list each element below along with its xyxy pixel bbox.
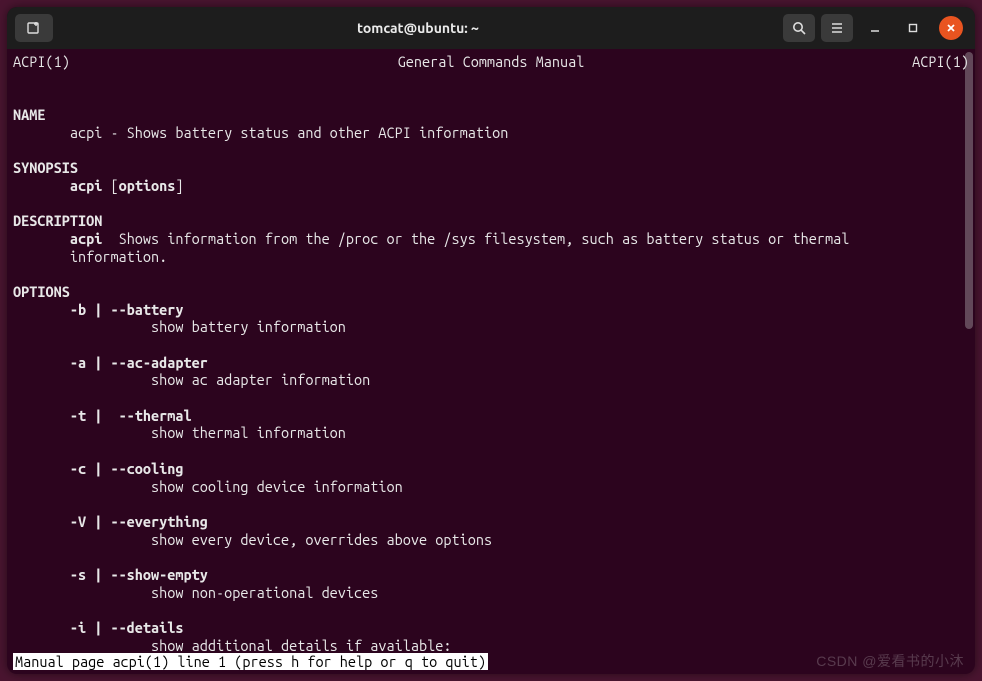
terminal-body[interactable]: ACPI(1) General Commands Manual ACPI(1) NA… xyxy=(7,49,975,674)
menu-button[interactable] xyxy=(821,14,853,42)
section-name: NAME xyxy=(13,106,45,123)
scrollbar-thumb[interactable] xyxy=(965,52,973,329)
option-desc: show additional details if available: xyxy=(151,637,451,654)
new-tab-button[interactable] xyxy=(15,14,53,42)
option-flag: -V | --everything xyxy=(70,513,208,530)
option-flag: -c | --cooling xyxy=(70,460,184,477)
synopsis-pre: [ xyxy=(102,177,118,194)
section-description: DESCRIPTION xyxy=(13,212,102,229)
option-desc: show non-operational devices xyxy=(151,584,378,601)
close-icon xyxy=(945,22,957,34)
terminal-window: tomcat@ubuntu: ~ xyxy=(7,7,975,674)
option-desc: show every device, overrides above optio… xyxy=(151,531,492,548)
maximize-button[interactable] xyxy=(901,16,925,40)
description-line2: information. xyxy=(13,248,167,265)
synopsis-options: options xyxy=(119,177,176,194)
close-button[interactable] xyxy=(939,16,963,40)
option-desc: show thermal information xyxy=(151,424,346,441)
option-flag: -i | --details xyxy=(70,619,184,636)
man-header-right: ACPI(1) xyxy=(912,53,969,71)
maximize-icon xyxy=(907,22,919,34)
option-flag: -s | --show-empty xyxy=(70,566,208,583)
man-header-left: ACPI(1) xyxy=(13,53,70,71)
synopsis-post: ] xyxy=(175,177,183,194)
search-icon xyxy=(791,20,807,36)
option-desc: show battery information xyxy=(151,318,346,335)
description-line1: Shows information from the /proc or the … xyxy=(102,230,849,247)
man-header-center: General Commands Manual xyxy=(398,53,585,71)
watermark: CSDN @爱看书的小沐 xyxy=(816,651,964,671)
titlebar: tomcat@ubuntu: ~ xyxy=(7,7,975,49)
hamburger-icon xyxy=(829,20,845,36)
section-options: OPTIONS xyxy=(13,283,70,300)
minimize-icon xyxy=(869,22,881,34)
option-flag: -t | --thermal xyxy=(70,407,192,424)
scrollbar[interactable] xyxy=(965,52,973,668)
search-button[interactable] xyxy=(783,14,815,42)
new-tab-icon xyxy=(26,20,42,36)
option-flag: -b | --battery xyxy=(70,301,184,318)
option-desc: show cooling device information xyxy=(151,478,403,495)
description-cmd: acpi xyxy=(70,230,102,247)
name-line: acpi - Shows battery status and other AC… xyxy=(13,124,508,141)
synopsis-cmd: acpi xyxy=(70,177,102,194)
minimize-button[interactable] xyxy=(863,16,887,40)
section-synopsis: SYNOPSIS xyxy=(13,159,78,176)
man-status-line: Manual page acpi(1) line 1 (press h for … xyxy=(13,653,488,670)
man-header-line: ACPI(1) General Commands Manual ACPI(1) xyxy=(13,53,969,71)
option-desc: show ac adapter information xyxy=(151,371,370,388)
window-title: tomcat@ubuntu: ~ xyxy=(59,20,777,36)
option-flag: -a | --ac-adapter xyxy=(70,354,208,371)
